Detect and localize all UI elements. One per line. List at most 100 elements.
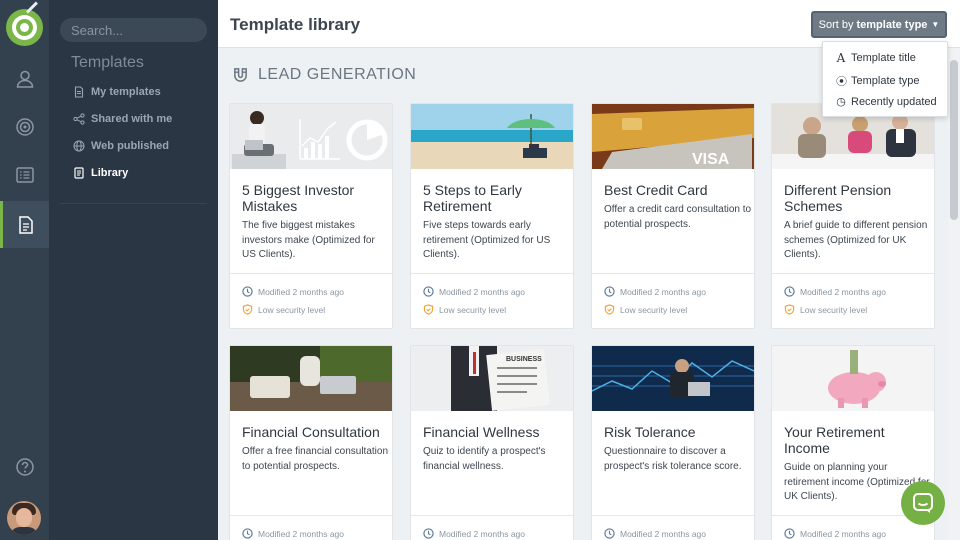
- shield-icon: [423, 304, 434, 315]
- clock-icon: [242, 528, 253, 539]
- sort-menu: A Template title ⦿ Template type ◷ Recen…: [822, 41, 948, 117]
- sort-option-recent[interactable]: ◷ Recently updated: [836, 95, 937, 109]
- sort-option-label: Recently updated: [851, 95, 937, 108]
- book-icon: [74, 167, 84, 179]
- card-title: Best Credit Card: [604, 182, 708, 198]
- rail-help[interactable]: [0, 443, 49, 490]
- security-text: Low security level: [620, 304, 688, 315]
- card-modified: Modified 2 months ago: [423, 286, 525, 297]
- card-description: Five steps towards early retirement (Opt…: [423, 220, 551, 260]
- template-card[interactable]: 5 Steps to Early Retirement Five steps t…: [410, 103, 574, 329]
- security-text: Low security level: [800, 304, 868, 315]
- card-description: Offer a credit card consultation to pote…: [604, 204, 752, 230]
- card-modified: Modified 2 months ago: [604, 528, 706, 539]
- nav-divider: [60, 203, 207, 204]
- card-image: VISA: [592, 104, 754, 169]
- card-image: BUSINESS: [411, 346, 573, 411]
- modified-text: Modified 2 months ago: [439, 286, 525, 297]
- template-card[interactable]: 5 Biggest Investor Mistakes The five big…: [229, 103, 393, 329]
- nav-item-shared[interactable]: Shared with me: [73, 111, 172, 127]
- app-logo[interactable]: [6, 1, 43, 46]
- page-title: Template library: [230, 15, 361, 34]
- card-modified: Modified 2 months ago: [242, 528, 344, 539]
- section-heading: LEAD GENERATION: [232, 66, 416, 84]
- clock-icon: [604, 286, 615, 297]
- card-modified: Modified 2 months ago: [784, 528, 886, 539]
- security-text: Low security level: [439, 304, 507, 315]
- card-security: Low security level: [242, 304, 325, 315]
- modified-text: Modified 2 months ago: [439, 528, 525, 539]
- clock-icon: ◷: [836, 96, 846, 108]
- template-card[interactable]: VISA Best Credit Card Offer a credit car…: [591, 103, 755, 329]
- nav-item-label: Web published: [91, 140, 170, 152]
- card-description: Questionnaire to discover a prospect's r…: [604, 446, 742, 472]
- card-divider: [592, 515, 754, 516]
- target-icon: [15, 117, 34, 136]
- sort-option-type[interactable]: ⦿ Template type: [836, 73, 919, 89]
- card-image: [592, 346, 754, 411]
- template-card[interactable]: Different Pension Schemes A brief guide …: [771, 103, 935, 329]
- scrollbar-thumb[interactable]: [950, 60, 958, 220]
- visa-text: VISA: [692, 151, 730, 168]
- globe-icon: [73, 140, 85, 152]
- card-divider: [411, 515, 573, 516]
- sort-option-label: Template title: [851, 52, 916, 64]
- card-divider: [230, 515, 392, 516]
- card-divider: [411, 273, 573, 274]
- template-card[interactable]: Risk Tolerance Questionnaire to discover…: [591, 345, 755, 540]
- card-title: Financial Wellness: [423, 424, 540, 440]
- rail-lists[interactable]: [0, 151, 49, 198]
- card-modified: Modified 2 months ago: [423, 528, 525, 539]
- nav-item-label: Shared with me: [91, 113, 173, 125]
- card-description: Offer a free financial consultation to p…: [242, 446, 389, 472]
- chat-widget-button[interactable]: [901, 481, 945, 525]
- nav-item-label: Library: [91, 167, 129, 179]
- list-icon: [15, 166, 34, 183]
- newspaper-text: BUSINESS: [506, 356, 542, 363]
- nav-item-library[interactable]: Library: [73, 165, 128, 181]
- template-card[interactable]: Financial Consultation Offer a free fina…: [229, 345, 393, 540]
- card-image: [230, 104, 392, 169]
- clock-icon: [604, 528, 615, 539]
- nav-item-my-templates[interactable]: My templates: [73, 84, 161, 100]
- nav-title: Templates: [71, 54, 144, 71]
- modified-text: Modified 2 months ago: [620, 286, 706, 297]
- search-input[interactable]: [71, 22, 201, 38]
- clock-icon: [423, 286, 434, 297]
- rail-contacts[interactable]: [0, 55, 49, 102]
- card-image: [411, 104, 573, 169]
- sort-option-title[interactable]: A Template title: [836, 51, 916, 65]
- help-icon: [15, 457, 34, 476]
- card-title: Risk Tolerance: [604, 424, 696, 440]
- shield-icon: [784, 304, 795, 315]
- card-divider: [230, 273, 392, 274]
- nav-item-label: My templates: [91, 86, 161, 98]
- card-description: A brief guide to different pension schem…: [784, 220, 928, 260]
- sort-label-prefix: Sort by: [818, 18, 854, 31]
- card-modified: Modified 2 months ago: [784, 286, 886, 297]
- modified-text: Modified 2 months ago: [258, 286, 344, 297]
- card-title: 5 Steps to Early Retirement: [423, 182, 522, 214]
- caret-down-icon: ▼: [931, 20, 940, 29]
- share-icon: [73, 113, 85, 125]
- rail-templates[interactable]: [0, 201, 49, 248]
- modified-text: Modified 2 months ago: [258, 528, 344, 539]
- rail-campaigns[interactable]: [0, 103, 49, 150]
- modified-text: Modified 2 months ago: [800, 286, 886, 297]
- card-image: [230, 346, 392, 411]
- template-card[interactable]: BUSINESS Financial Wellness Quiz to iden…: [410, 345, 574, 540]
- scrollbar[interactable]: [948, 48, 960, 540]
- document-icon: [74, 86, 84, 98]
- card-security: Low security level: [784, 304, 867, 315]
- clock-icon: [242, 286, 253, 297]
- nav-item-web-published[interactable]: Web published: [73, 138, 169, 154]
- sort-option-label: Template type: [851, 75, 920, 87]
- user-avatar[interactable]: [7, 501, 41, 535]
- card-title: Your Retirement Income: [784, 424, 885, 456]
- radio-icon: ⦿: [836, 76, 847, 88]
- card-security: Low security level: [604, 304, 687, 315]
- modified-text: Modified 2 months ago: [620, 528, 706, 539]
- clock-icon: [784, 286, 795, 297]
- sort-dropdown-button[interactable]: Sort by template type ▼: [811, 11, 947, 38]
- magnet-icon: [234, 67, 247, 82]
